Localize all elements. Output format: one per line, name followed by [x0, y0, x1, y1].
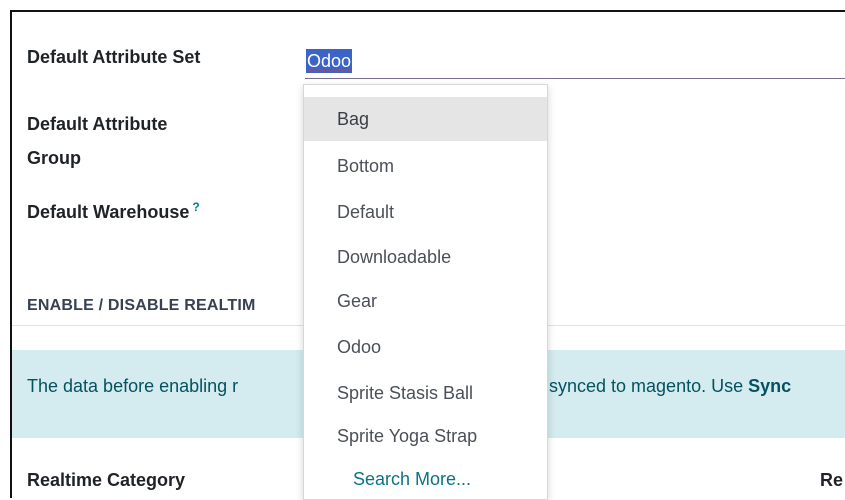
- dropdown-search-more[interactable]: Search More...: [304, 459, 547, 499]
- alert-sync-link[interactable]: Sync: [748, 376, 791, 396]
- dropdown-item-bag[interactable]: Bag: [304, 97, 547, 141]
- dropdown-item-odoo[interactable]: Odoo: [304, 325, 547, 369]
- dropdown-item-sprite-yoga-strap[interactable]: Sprite Yoga Strap: [304, 414, 547, 458]
- default-attribute-set-label: Default Attribute Set: [27, 47, 201, 67]
- alert-text-right-prefix: synced to magento. Use: [549, 376, 749, 396]
- dropdown-item-sprite-stasis-ball[interactable]: Sprite Stasis Ball: [304, 371, 547, 415]
- default-attribute-group-label-line2: Group: [27, 148, 81, 168]
- dropdown-item-gear[interactable]: Gear: [304, 279, 547, 323]
- default-warehouse-label-text: Default Warehouse: [27, 202, 190, 222]
- default-attribute-set-underline: [305, 78, 845, 79]
- dropdown-item-downloadable[interactable]: Downloadable: [304, 235, 547, 279]
- alert-text-right: synced to magento. Use Sync: [549, 374, 791, 398]
- autocomplete-dropdown: Bag Bottom Default Downloadable Gear Odo…: [303, 84, 548, 500]
- help-tooltip-icon[interactable]: ?: [192, 200, 199, 214]
- realtime-right-label: Re: [820, 470, 844, 490]
- alert-text-left: The data before enabling r: [27, 376, 239, 396]
- realtime-category-label: Realtime Category: [27, 470, 186, 490]
- default-attribute-set-input[interactable]: Odoo: [306, 49, 353, 73]
- default-warehouse-label: Default Warehouse?: [27, 192, 200, 227]
- section-title: ENABLE / DISABLE REALTIM: [27, 297, 256, 314]
- frame-border-top: [10, 10, 845, 12]
- dropdown-item-default[interactable]: Default: [304, 190, 547, 234]
- default-attribute-group-label-line1: Default Attribute: [27, 114, 168, 134]
- dropdown-item-bottom[interactable]: Bottom: [304, 144, 547, 188]
